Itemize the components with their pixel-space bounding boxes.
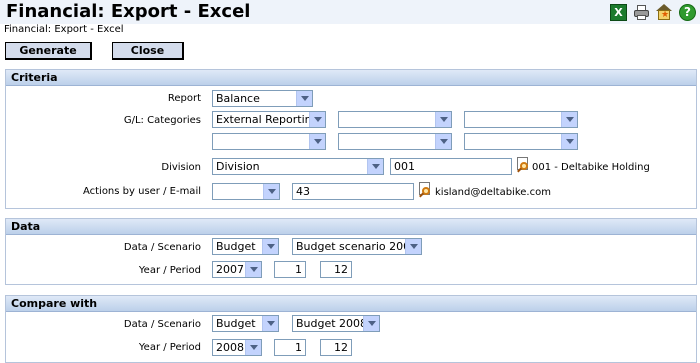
header-icons: X ★ ? bbox=[610, 4, 696, 21]
gl-category-6-select[interactable] bbox=[464, 133, 578, 150]
compare-scenario-type-select[interactable]: Budget bbox=[212, 315, 279, 332]
compare-scenario-name-select[interactable]: Budget 2008 bbox=[292, 315, 380, 332]
criteria-section: Criteria Report Balance G/L: Categories … bbox=[5, 69, 697, 209]
division-code-input[interactable]: 001 bbox=[390, 158, 512, 175]
user-lookup-icon[interactable] bbox=[417, 182, 433, 198]
gl-category-4-select[interactable] bbox=[212, 133, 326, 150]
compare-scenario-name-value: Budget 2008 bbox=[296, 317, 368, 330]
compare-scenario-label: Data / Scenario bbox=[123, 319, 201, 330]
page-title: Financial: Export - Excel bbox=[6, 1, 251, 22]
compare-year-value: 2008 bbox=[216, 341, 244, 354]
chevron-down-icon bbox=[309, 112, 325, 127]
compare-year-period-label: Year / Period bbox=[138, 342, 201, 353]
compare-year-select[interactable]: 2008 bbox=[212, 339, 262, 356]
chevron-down-icon bbox=[296, 91, 312, 106]
gl-categories-label: G/L: Categories bbox=[123, 115, 201, 126]
division-lookup-icon[interactable] bbox=[515, 157, 531, 173]
user-email: kisland@deltabike.com bbox=[435, 187, 551, 198]
user-code-input[interactable]: 43 bbox=[292, 183, 414, 200]
division-name: 001 - Deltabike Holding bbox=[532, 162, 650, 173]
data-scenario-type-value: Budget bbox=[216, 240, 256, 253]
breadcrumb: Financial: Export - Excel bbox=[4, 24, 124, 35]
gl-category-2-select[interactable] bbox=[338, 111, 452, 128]
close-button[interactable]: Close bbox=[112, 42, 184, 60]
gl-category-3-select[interactable] bbox=[464, 111, 578, 128]
chevron-down-icon bbox=[262, 316, 278, 331]
compare-period-to-input[interactable]: 12 bbox=[320, 339, 352, 356]
data-scenario-name-select[interactable]: Budget scenario 2007 bbox=[292, 238, 422, 255]
compare-period-from-input[interactable]: 1 bbox=[274, 339, 306, 356]
actions-by-user-label: Actions by user / E-mail bbox=[82, 186, 201, 197]
data-year-select[interactable]: 2007 bbox=[212, 261, 262, 278]
actions-user-select[interactable] bbox=[212, 183, 280, 200]
data-period-from-input[interactable]: 1 bbox=[274, 261, 306, 278]
data-scenario-label: Data / Scenario bbox=[123, 242, 201, 253]
division-select[interactable]: Division bbox=[212, 158, 384, 175]
print-icon[interactable] bbox=[633, 4, 650, 21]
division-select-value: Division bbox=[216, 160, 260, 173]
criteria-header: Criteria bbox=[6, 70, 696, 86]
chevron-down-icon bbox=[245, 340, 261, 355]
chevron-down-icon bbox=[309, 134, 325, 149]
data-period-to-input[interactable]: 12 bbox=[320, 261, 352, 278]
gl-category-1-value: External Reporting bbox=[216, 113, 319, 126]
data-scenario-name-value: Budget scenario 2007 bbox=[296, 240, 418, 253]
chevron-down-icon bbox=[367, 159, 383, 174]
chevron-down-icon bbox=[263, 184, 279, 199]
chevron-down-icon bbox=[561, 112, 577, 127]
data-year-value: 2007 bbox=[216, 263, 244, 276]
report-label: Report bbox=[167, 93, 201, 104]
gl-category-1-select[interactable]: External Reporting bbox=[212, 111, 326, 128]
help-icon[interactable]: ? bbox=[679, 4, 696, 21]
excel-icon[interactable]: X bbox=[610, 4, 627, 21]
favorite-icon[interactable]: ★ bbox=[656, 4, 673, 21]
report-select-value: Balance bbox=[216, 92, 260, 105]
chevron-down-icon bbox=[245, 262, 261, 277]
compare-section: Compare with Data / Scenario Budget Budg… bbox=[5, 295, 697, 363]
data-scenario-type-select[interactable]: Budget bbox=[212, 238, 279, 255]
division-label: Division bbox=[161, 162, 201, 173]
data-year-period-label: Year / Period bbox=[138, 265, 201, 276]
chevron-down-icon bbox=[405, 239, 421, 254]
chevron-down-icon bbox=[262, 239, 278, 254]
data-section: Data Data / Scenario Budget Budget scena… bbox=[5, 218, 697, 285]
compare-scenario-type-value: Budget bbox=[216, 317, 256, 330]
gl-category-5-select[interactable] bbox=[338, 133, 452, 150]
chevron-down-icon bbox=[363, 316, 379, 331]
data-header: Data bbox=[6, 219, 696, 235]
chevron-down-icon bbox=[435, 134, 451, 149]
chevron-down-icon bbox=[435, 112, 451, 127]
compare-header: Compare with bbox=[6, 296, 696, 312]
title-bar: Financial: Export - Excel X ★ ? bbox=[0, 0, 700, 24]
generate-button[interactable]: Generate bbox=[5, 42, 92, 60]
chevron-down-icon bbox=[561, 134, 577, 149]
report-select[interactable]: Balance bbox=[212, 90, 313, 107]
